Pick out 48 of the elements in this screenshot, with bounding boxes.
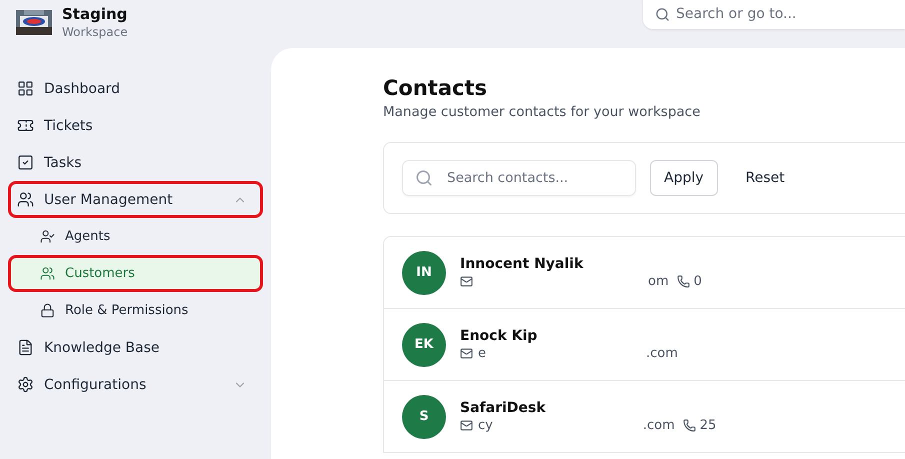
contact-name: Innocent Nyalik: [460, 256, 584, 272]
sidebar-item[interactable]: Tickets: [8, 107, 263, 144]
users-icon: [40, 266, 55, 281]
search-field[interactable]: Search or go to...: [643, 0, 905, 29]
mail-icon: [460, 347, 473, 360]
sidebar-item[interactable]: Tasks: [8, 144, 263, 181]
document-icon: [17, 339, 34, 356]
email-text: .com: [646, 346, 678, 361]
avatar: S: [402, 394, 446, 438]
contact-row[interactable]: IN Innocent Nyalik om 0: [384, 237, 905, 309]
workspace-subtitle: Workspace: [62, 25, 128, 39]
users-icon: [17, 191, 34, 208]
user-check-icon: [40, 229, 55, 244]
contact-row[interactable]: S SafariDesk cy .com 25: [384, 381, 905, 453]
email-text: .com: [642, 418, 675, 433]
email-text: cy: [478, 418, 493, 433]
sidebar-item[interactable]: Dashboard: [8, 70, 263, 107]
search-icon: [415, 169, 433, 187]
avatar: EK: [402, 322, 446, 366]
email-text: e: [478, 346, 486, 361]
search-icon: [655, 6, 670, 22]
contact-row[interactable]: EK Enock Kip e .com: [384, 309, 905, 381]
page-title: Contacts: [383, 76, 488, 100]
page-subtitle: Manage customer contacts for your workspace: [383, 104, 702, 120]
checkbox-icon: [17, 154, 34, 171]
sidebar-item[interactable]: User Management: [8, 181, 263, 218]
contact-name: SafariDesk: [460, 400, 547, 416]
search-field[interactable]: Search contacts...: [402, 160, 636, 196]
sidebar-item[interactable]: Agents: [8, 218, 263, 255]
settings-icon: [17, 376, 34, 393]
contact-name: Enock Kip: [460, 328, 538, 344]
phone-text: 25: [700, 418, 716, 433]
sidebar-item[interactable]: Customers: [8, 255, 263, 292]
sidebar-item[interactable]: Knowledge Base: [8, 329, 263, 366]
sidebar-item[interactable]: Configurations: [8, 366, 263, 403]
mail-icon: [460, 275, 473, 288]
lock-icon: [40, 303, 55, 318]
email-text: om: [648, 274, 669, 289]
phone-icon: [676, 275, 690, 288]
sidebar-item[interactable]: Role & Permissions: [8, 292, 263, 329]
phone-text: 0: [694, 274, 702, 289]
avatar: IN: [402, 250, 446, 294]
mail-icon: [460, 419, 473, 432]
phone-icon: [682, 419, 696, 432]
workspace-name: Staging: [62, 5, 128, 23]
ticket-icon: [17, 117, 34, 134]
grid-icon: [17, 80, 34, 97]
apply-button[interactable]: Apply: [650, 160, 718, 196]
